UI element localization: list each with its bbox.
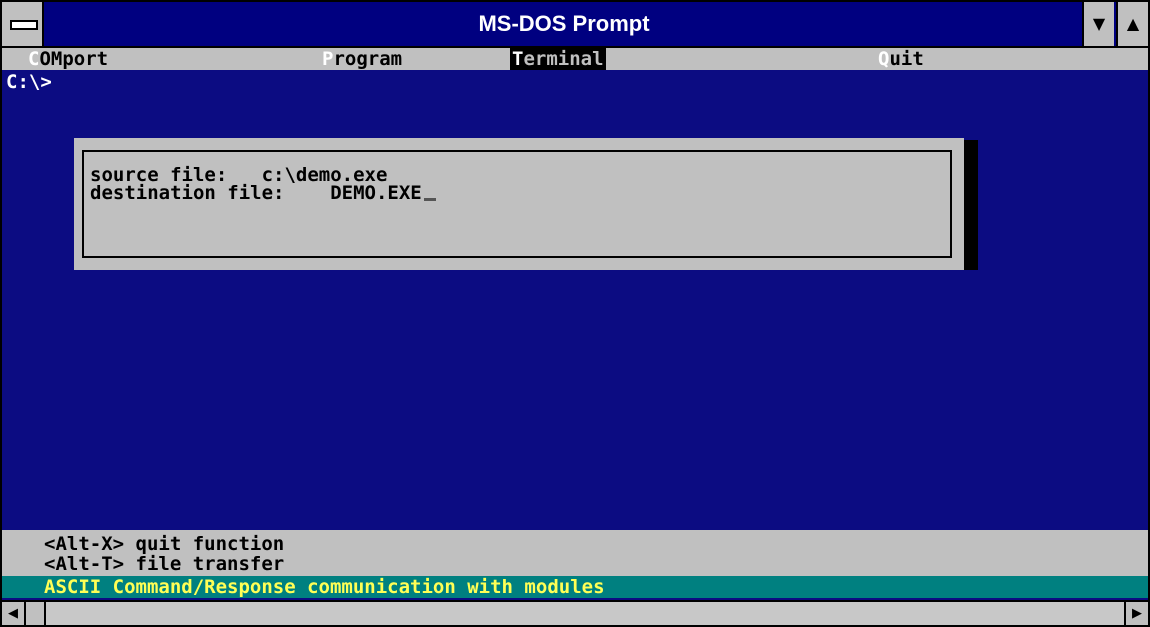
window-title: MS-DOS Prompt	[478, 11, 650, 36]
horizontal-scrollbar[interactable]: ◀ ▶	[2, 600, 1148, 625]
command-prompt: C:\>	[6, 71, 52, 93]
destination-file-label: destination file:	[90, 182, 285, 204]
dialog-frame: source file: c:\demo.exe destination fil…	[82, 150, 952, 258]
console-area[interactable]: C:\> source file: c:\demo.exe destinatio…	[2, 70, 1148, 530]
menu-quit[interactable]: Quit	[878, 48, 924, 70]
scroll-right-icon: ▶	[1132, 606, 1142, 621]
help-file-transfer: <Alt-T> file transfer	[44, 553, 285, 575]
scroll-left-icon: ◀	[8, 606, 18, 621]
dialog-shadow	[964, 140, 978, 270]
system-menu-button[interactable]	[2, 2, 44, 46]
help-panel: <Alt-X> quit function <Alt-T> file trans…	[2, 530, 1148, 576]
menu-bar: COMport Program Terminal Quit	[2, 48, 1148, 70]
file-transfer-dialog: source file: c:\demo.exe destination fil…	[74, 138, 964, 270]
scroll-thumb[interactable]	[26, 602, 46, 625]
destination-file-input[interactable]: DEMO.EXE	[330, 182, 422, 204]
scroll-track[interactable]	[46, 602, 1124, 625]
msdos-window: MS-DOS Prompt ▼ ▲ COMport Program Termin…	[0, 0, 1150, 627]
destination-file-row: destination file: DEMO.EXE	[90, 182, 436, 204]
maximize-button[interactable]: ▲	[1116, 2, 1148, 46]
maximize-icon: ▲	[1126, 14, 1140, 33]
minimize-icon: ▼	[1092, 14, 1106, 33]
menu-comport[interactable]: COMport	[28, 48, 108, 70]
help-quit: <Alt-X> quit function	[44, 533, 285, 555]
status-line: ASCII Command/Response communication wit…	[2, 576, 1148, 598]
menu-program[interactable]: Program	[322, 48, 402, 70]
status-text: ASCII Command/Response communication wit…	[44, 576, 605, 598]
text-cursor	[423, 198, 436, 201]
system-menu-icon	[10, 20, 38, 30]
menu-terminal[interactable]: Terminal	[510, 48, 606, 70]
scroll-left-button[interactable]: ◀	[2, 602, 26, 625]
title-bar[interactable]: MS-DOS Prompt ▼ ▲	[2, 2, 1148, 48]
scroll-right-button[interactable]: ▶	[1124, 602, 1148, 625]
minimize-button[interactable]: ▼	[1082, 2, 1114, 46]
